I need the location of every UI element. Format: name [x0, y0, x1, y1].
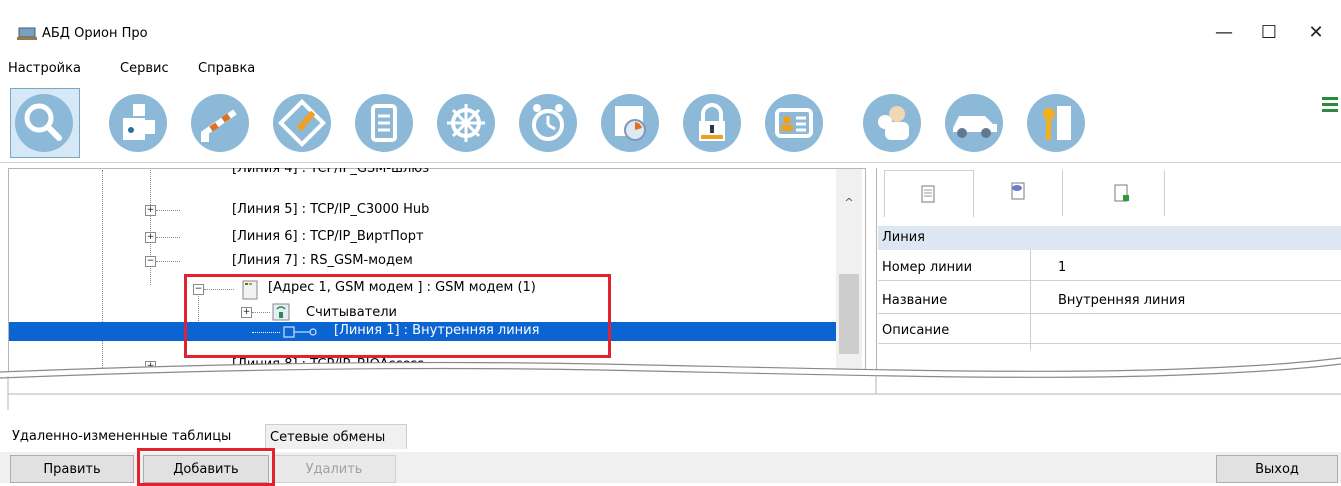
minimize-button[interactable]: —: [1202, 18, 1246, 48]
highlight-box: [184, 274, 611, 358]
page-add-icon: [1114, 184, 1129, 202]
property-value[interactable]: Внутренняя линия: [1058, 289, 1185, 313]
property-row-number[interactable]: Номер линии 1: [878, 256, 1341, 281]
page-icon: [921, 185, 935, 203]
tree-line: [156, 237, 180, 238]
property-value[interactable]: 1: [1058, 256, 1066, 280]
close-button[interactable]: ✕: [1294, 18, 1338, 48]
tab-properties[interactable]: [884, 170, 974, 217]
person-card-icon[interactable]: [765, 94, 823, 152]
menu-help[interactable]: Справка: [198, 61, 255, 76]
collapse-icon[interactable]: −: [145, 256, 156, 267]
document-icon[interactable]: [355, 94, 413, 152]
property-row-description[interactable]: Описание: [878, 319, 1341, 344]
toolbar-divider: [0, 162, 1341, 163]
lock-icon[interactable]: [683, 94, 741, 152]
tree-item-line5[interactable]: [Линия 5] : TCP/IP_C3000 Hub: [232, 202, 429, 217]
tab-comments[interactable]: [974, 170, 1063, 216]
property-name: Описание: [882, 323, 950, 338]
tab-remote-changed-tables[interactable]: Удаленно-измененные таблицы: [12, 424, 264, 448]
exit-button[interactable]: Выход: [1216, 455, 1338, 483]
schedule-icon[interactable]: [601, 94, 659, 152]
car-icon[interactable]: [945, 94, 1003, 152]
expand-icon[interactable]: +: [145, 232, 156, 243]
window-title: АБД Орион Про: [42, 26, 148, 41]
property-name: Название: [882, 293, 948, 308]
helm-icon[interactable]: [437, 94, 495, 152]
add-button-highlight: [137, 448, 275, 486]
floorplan-icon[interactable]: [273, 94, 331, 152]
list-view-icon[interactable]: [1322, 95, 1338, 115]
key-door-icon[interactable]: [1027, 94, 1085, 152]
tree-item-line4[interactable]: [Линия 4] : TCP/IP_GSM-шлюз: [232, 168, 429, 176]
app-icon: [17, 27, 37, 40]
tab-add-page[interactable]: [1076, 170, 1165, 216]
menu-settings[interactable]: Настройка: [8, 61, 81, 76]
edit-button[interactable]: Править: [10, 455, 134, 483]
tree-line: [102, 170, 103, 378]
search-icon[interactable]: [15, 94, 73, 152]
page-comment-icon: [1011, 182, 1025, 200]
menu-service[interactable]: Сервис: [120, 61, 169, 76]
tree-item-line7[interactable]: [Линия 7] : RS_GSM-модем: [232, 253, 413, 268]
properties-section-header: Линия: [878, 226, 1341, 250]
device-icon[interactable]: [109, 94, 167, 152]
tab-network-exchanges[interactable]: Сетевые обмены: [265, 424, 407, 449]
scrollbar-thumb[interactable]: [839, 274, 859, 354]
property-row-name[interactable]: Название Внутренняя линия: [878, 289, 1341, 314]
clock-icon[interactable]: [519, 94, 577, 152]
persons-icon[interactable]: [863, 94, 921, 152]
maximize-button[interactable]: ☐: [1247, 18, 1291, 48]
torn-edge-divider: [0, 357, 1341, 410]
barrier-icon[interactable]: [191, 94, 249, 152]
property-name: Номер линии: [882, 260, 973, 275]
expand-icon[interactable]: +: [145, 205, 156, 216]
scroll-up-icon[interactable]: ^: [840, 196, 858, 210]
tree-line: [156, 210, 180, 211]
tree-line: [150, 170, 151, 285]
title-bar: [0, 0, 1341, 58]
tree-line: [156, 261, 180, 262]
delete-button[interactable]: Удалить: [272, 455, 396, 483]
tree-item-line6[interactable]: [Линия 6] : TCP/IP_ВиртПорт: [232, 229, 424, 244]
